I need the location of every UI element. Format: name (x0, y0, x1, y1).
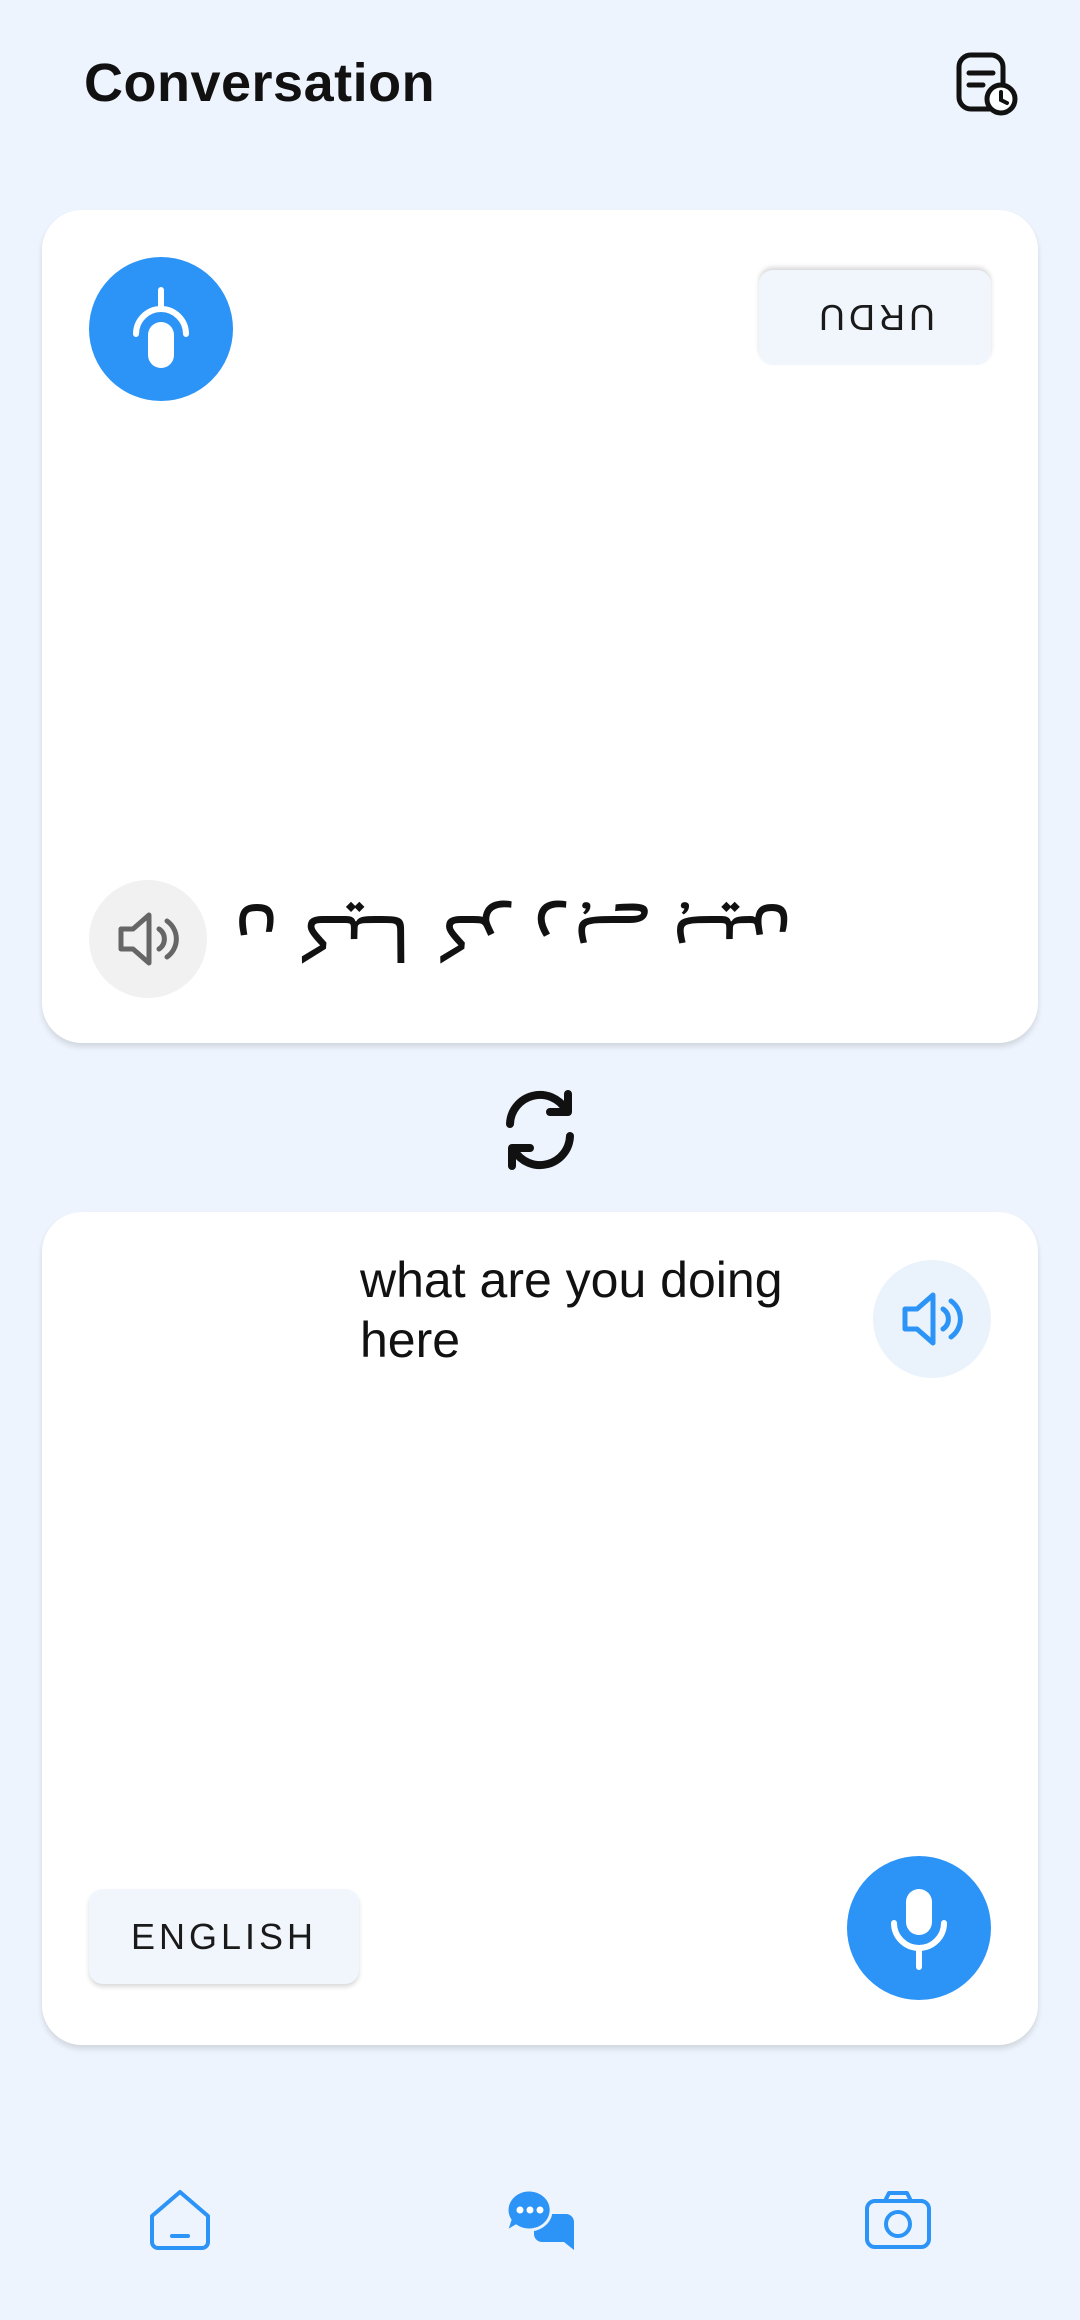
nav-home[interactable] (140, 2180, 220, 2260)
microphone-icon (133, 287, 189, 368)
top-language-selector[interactable]: URDU (759, 270, 991, 365)
bottom-mic-button[interactable] (847, 1856, 991, 2000)
source-text: what are you doing here (360, 1252, 783, 1368)
microphone-icon (891, 1889, 947, 1970)
speaker-icon (902, 1292, 963, 1346)
swap-languages-button[interactable] (490, 1080, 590, 1180)
bottom-input-panel: what are you doing here ENGLISH (42, 1212, 1038, 2045)
bottom-navigation (0, 2150, 1080, 2280)
page-title: Conversation (84, 53, 436, 113)
speaker-icon (118, 912, 179, 966)
bottom-speaker-button[interactable] (873, 1260, 991, 1378)
top-translation-panel: URDU آپ یہاں کیا کر رہے ہیں (42, 210, 1038, 1043)
camera-icon (865, 2191, 931, 2249)
translated-text: آپ یہاں کیا کر رہے ہیں (230, 901, 790, 978)
swap-icon (506, 1090, 574, 1170)
top-speaker-button[interactable] (89, 880, 207, 998)
home-icon (150, 2190, 210, 2250)
top-mic-button[interactable] (89, 257, 233, 401)
chat-icon (504, 2188, 574, 2250)
history-button[interactable] (950, 48, 1022, 120)
history-icon (956, 52, 1018, 116)
bottom-language-selector[interactable]: ENGLISH (89, 1889, 359, 1984)
nav-conversation[interactable] (500, 2180, 580, 2260)
nav-camera[interactable] (858, 2180, 938, 2260)
